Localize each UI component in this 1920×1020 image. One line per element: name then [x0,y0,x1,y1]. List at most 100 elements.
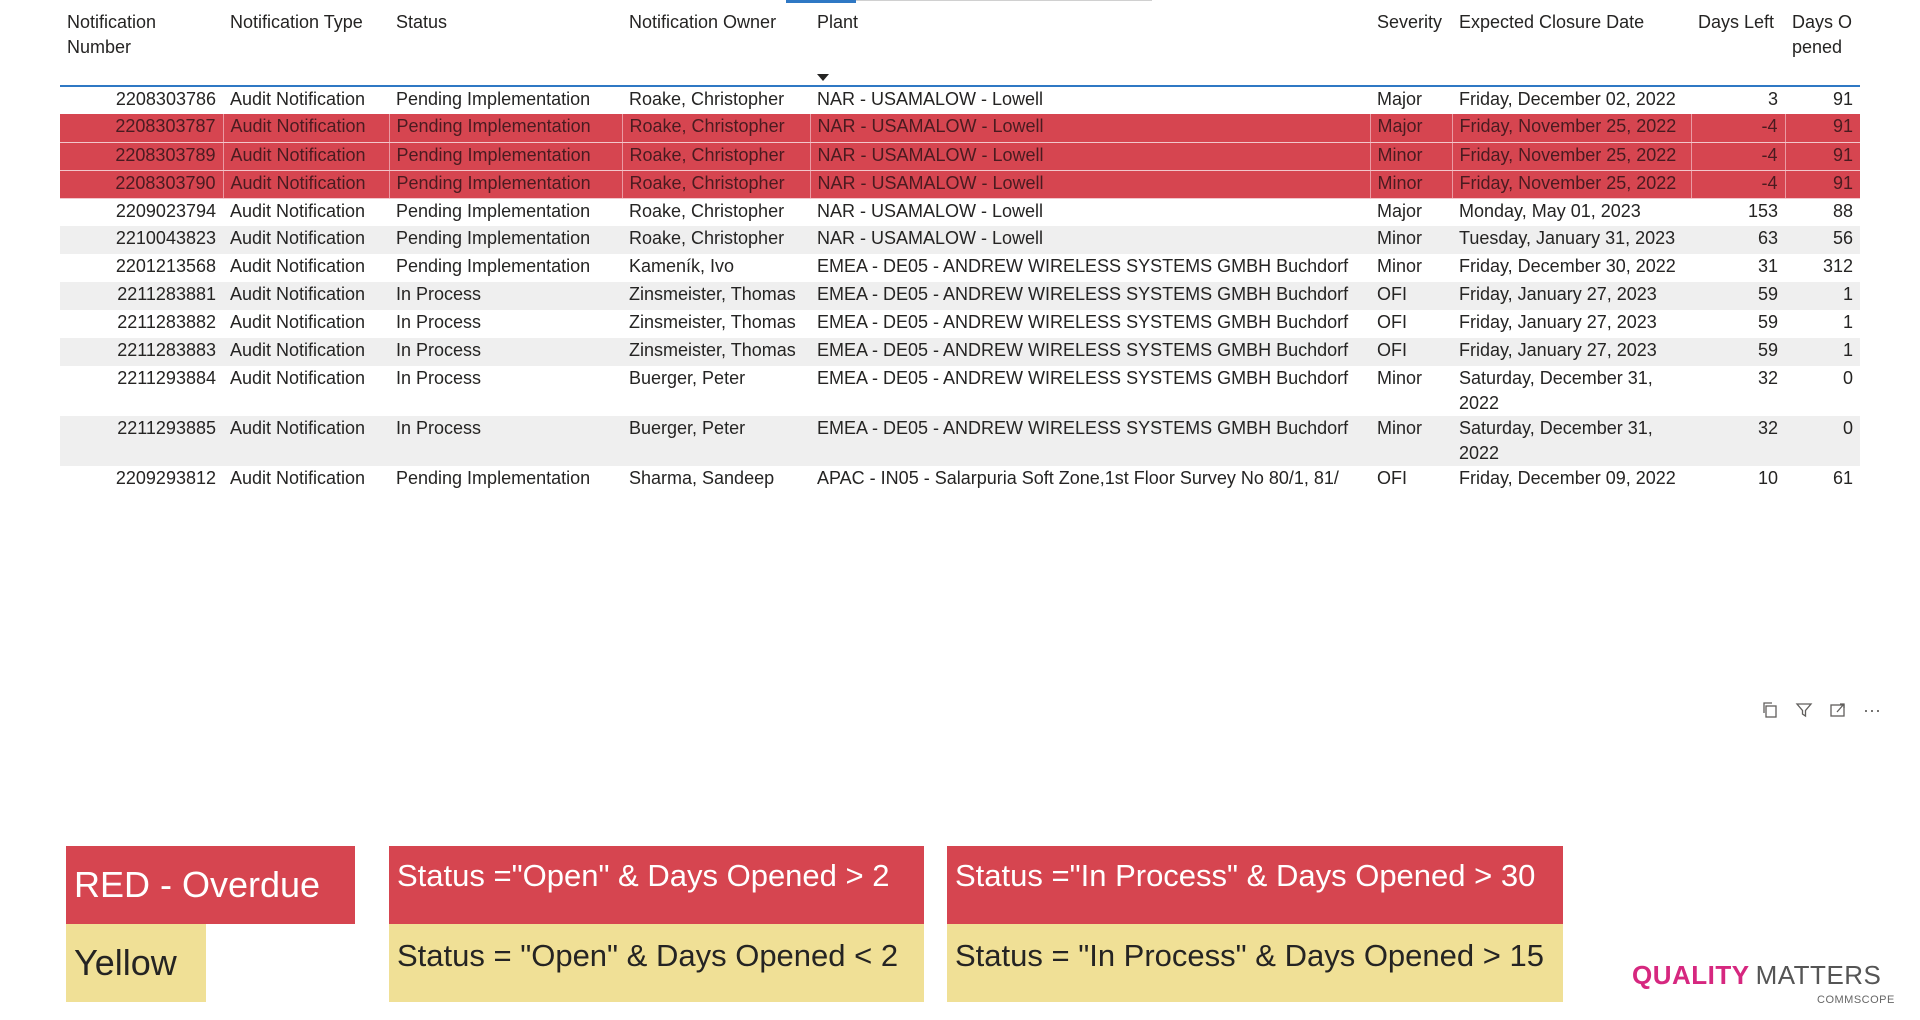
legend-open-yellow-rule: Status = "Open" & Days Opened < 2 [389,924,924,1002]
legend-yellow-label: Yellow [74,942,177,983]
cell-expected-closure-date: Friday, December 02, 2022 [1459,89,1676,109]
legend-inprocess-red-rule: Status ="In Process" & Days Opened > 30 [947,846,1563,924]
cell-severity: OFI [1377,312,1407,332]
cell-days-left: 59 [1691,338,1785,366]
cell-notification-type: Audit Notification [223,142,390,171]
cell-notification-number: 2211283881 [60,282,223,310]
cell-notification-number: 2210043823 [60,226,223,254]
cell-status: Pending Implementation [389,226,622,254]
cell-notification-owner: Buerger, Peter [622,416,810,466]
column-header-days-left[interactable]: Days Left [1691,0,1785,87]
cell-notification-owner: Roake, Christopher [622,226,810,254]
cell-notification-owner: Roake, Christopher [622,114,811,143]
cell-notification-number: 2211283882 [117,312,216,332]
cell-notification-type: Audit Notification [230,200,366,221]
cell-severity: OFI [1370,338,1452,366]
column-header-severity[interactable]: Severity [1370,0,1452,87]
cell-expected-closure-date: Friday, January 27, 2023 [1452,282,1691,310]
table-row[interactable]: 2210043823 Audit Notification Pending Impl… [60,226,1860,254]
notifications-table: Notification Number Notification Type St… [60,0,1860,494]
table-row[interactable]: 2211283883 Audit Notification In Process Zi… [60,338,1860,366]
cell-plant: EMEA - DE05 - ANDREW WIRELESS SYSTEMS GM… [817,256,1349,276]
table-row[interactable]: 2208303786 Audit Notification Pending Impl… [60,86,1860,114]
table-row[interactable]: 2209293812 Audit Notification Pending Impl… [60,466,1860,494]
cell-notification-type: Audit Notification [230,312,366,332]
cell-notification-owner: Roake, Christopher [629,200,785,221]
cell-plant: EMEA - DE05 - ANDREW WIRELESS SYSTEMS GM… [810,282,1370,310]
cell-notification-number: 2211283883 [60,338,223,366]
copy-icon[interactable] [1760,700,1780,720]
cell-expected-closure-date: Tuesday, January 31, 2023 [1452,226,1691,254]
cell-status: Pending Implementation [389,114,623,143]
table-row[interactable]: 2211293885 Audit Notification In Process Bu… [60,416,1860,466]
more-options-icon[interactable]: ··· [1862,700,1882,720]
table-row[interactable]: 2208303787 Audit Notification Pending Impl… [60,114,1860,143]
cell-notification-number: 2208303787 [60,114,224,143]
cell-expected-closure-date: Friday, December 30, 2022 [1459,256,1676,276]
focus-mode-icon[interactable] [1828,700,1848,720]
column-header-plant[interactable]: Plant [810,0,1370,87]
cell-expected-closure-date: Friday, January 27, 2023 [1459,312,1657,332]
column-header-notification-number[interactable]: Notification Number [60,0,223,87]
legend-red-overdue: RED - Overdue [66,846,355,924]
cell-notification-number: 2208303790 [60,170,224,199]
cell-status: Pending Implementation [389,170,623,199]
cell-days-opened: 0 [1785,416,1860,466]
cell-days-left: 32 [1757,368,1778,388]
cell-plant: EMEA - DE05 - ANDREW WIRELESS SYSTEMS GM… [810,338,1370,366]
cell-severity: Major [1370,114,1453,143]
brand-quality: QUALITY [1632,960,1750,990]
table-row[interactable]: 2208303790 Audit Notification Pending Impl… [60,170,1860,199]
table-row[interactable]: 2211293884 Audit Notification In Process Bu… [60,366,1860,416]
table-row[interactable]: 2211283881 Audit Notification In Process Zi… [60,282,1860,310]
cell-notification-type: Audit Notification [230,468,366,488]
column-header-notification-owner[interactable]: Notification Owner [622,0,810,87]
cell-notification-number: 2201213568 [115,256,216,276]
cell-status: Pending Implementation [396,256,591,276]
brand-logo: QUALITY MATTERS COMMSCOPE [1632,960,1894,1006]
cell-notification-owner: Kameník, Ivo [629,256,735,276]
cell-notification-number: 2211293884 [117,368,216,388]
legend-open-yellow-text: Status = "Open" & Days Opened < 2 [397,938,899,973]
column-header-expected-closure-date[interactable]: Expected Closure Date [1452,0,1691,87]
column-header-status[interactable]: Status [389,0,622,87]
cell-plant: NAR - USAMALOW - Lowell [810,142,1371,171]
cell-days-opened: 0 [1842,368,1853,388]
cell-days-opened: 91 [1832,89,1853,109]
table-row[interactable]: 2208303789 Audit Notification Pending Impl… [60,142,1860,171]
cell-notification-type: Audit Notification [230,256,366,276]
cell-plant: NAR - USAMALOW - Lowell [810,226,1370,254]
cell-expected-closure-date: Saturday, December 31, 2022 [1459,368,1653,413]
cell-severity: OFI [1377,468,1407,488]
legend-open-red-text: Status ="Open" & Days Opened > 2 [397,858,890,893]
visual-header-toolbar: ··· [1760,700,1882,720]
legend-open-red-rule: Status ="Open" & Days Opened > 2 [389,846,924,924]
column-header-notification-type[interactable]: Notification Type [223,0,389,87]
filter-icon[interactable] [1794,700,1814,720]
cell-days-left: 31 [1757,256,1778,276]
column-header-days-opened[interactable]: Days Opened [1785,0,1860,87]
table-row[interactable]: 2209023794 Audit Notification Pending Impl… [60,198,1860,226]
cell-status: In Process [396,312,482,332]
cell-days-left: 153 [1747,200,1778,221]
sort-descending-icon[interactable] [817,74,829,81]
cell-plant: NAR - USAMALOW - Lowell [810,170,1371,199]
cell-notification-number: 2208303789 [60,142,224,171]
cell-status: Pending Implementation [396,468,591,488]
cell-expected-closure-date: Friday, November 25, 2022 [1452,170,1692,199]
cell-expected-closure-date: Friday, November 25, 2022 [1452,142,1692,171]
cell-expected-closure-date: Friday, January 27, 2023 [1452,338,1691,366]
legend-inprocess-yellow-text: Status = "In Process" & Days Opened > 15 [955,938,1544,973]
table-row[interactable]: 2201213568 Audit Notification Pending Impl… [60,254,1860,282]
cell-notification-owner: Sharma, Sandeep [629,468,775,488]
cell-plant: EMEA - DE05 - ANDREW WIRELESS SYSTEMS GM… [810,416,1370,466]
cell-days-left: 3 [1767,89,1778,109]
legend-inprocess-red-text: Status ="In Process" & Days Opened > 30 [955,858,1536,893]
table-row[interactable]: 2211283882 Audit Notification In Process Zi… [60,310,1860,338]
brand-matters: MATTERS [1755,960,1882,990]
cell-days-opened: 91 [1785,114,1860,143]
cell-days-left: -4 [1691,114,1786,143]
cell-notification-type: Audit Notification [223,170,390,199]
cell-notification-owner: Roake, Christopher [629,89,785,109]
cell-notification-number: 2211293885 [60,416,223,466]
